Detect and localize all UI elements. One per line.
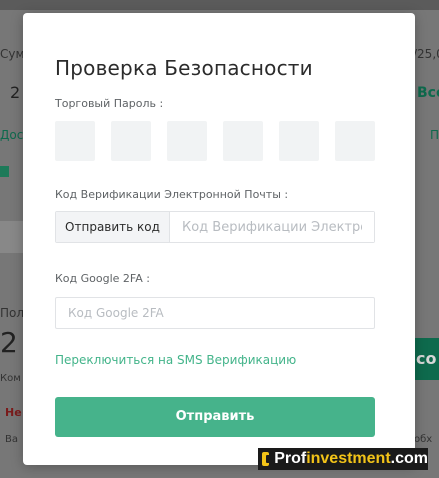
background-text-obh: обх	[414, 434, 433, 445]
email-code-group: Отправить код	[55, 211, 375, 243]
background-submit-button: со	[411, 338, 439, 380]
pin-cell-2[interactable]	[111, 121, 151, 161]
watermark-text-investment: investment	[306, 450, 391, 467]
submit-button[interactable]: Отправить	[55, 397, 375, 437]
pin-cell-3[interactable]	[167, 121, 207, 161]
pin-cell-4[interactable]	[223, 121, 263, 161]
background-text-right: /25,0	[413, 47, 439, 61]
trade-password-pin-input[interactable]	[55, 121, 375, 161]
email-code-label: Код Верификации Электронной Почты :	[55, 188, 289, 201]
watermark-text-com: .com	[390, 450, 428, 467]
background-link-dos: Дос	[0, 128, 24, 142]
pin-cell-6[interactable]	[335, 121, 375, 161]
background-text-pol: Пол	[0, 306, 25, 320]
google-2fa-input[interactable]	[55, 297, 375, 329]
background-warning: Не	[5, 406, 22, 419]
background-header	[0, 0, 439, 10]
send-code-button[interactable]: Отправить код	[56, 212, 170, 242]
email-code-input[interactable]	[170, 212, 374, 242]
background-checkbox	[0, 166, 9, 177]
background-text-sum: Сум	[0, 47, 25, 61]
background-text-va: Ва	[5, 434, 18, 445]
google-2fa-label: Код Google 2FA :	[55, 272, 150, 285]
background-big-value: 2	[0, 326, 18, 359]
pin-cell-1[interactable]	[55, 121, 95, 161]
switch-to-sms-link[interactable]: Переключиться на SMS Верификацию	[55, 353, 296, 367]
background-text-com: Ком	[0, 373, 21, 384]
security-check-dialog: Проверка Безопасности Торговый Пароль : …	[23, 13, 415, 465]
watermark: Prof investment .com	[258, 448, 428, 470]
pin-cell-5[interactable]	[279, 121, 319, 161]
watermark-logo-icon	[262, 452, 273, 466]
background-all-button: Все	[417, 85, 439, 101]
watermark-text-prof: Prof	[274, 450, 307, 467]
background-link-p: П	[430, 128, 439, 142]
background-value: 2	[10, 83, 21, 102]
dialog-title: Проверка Безопасности	[55, 56, 313, 80]
trade-password-label: Торговый Пароль :	[55, 97, 164, 110]
